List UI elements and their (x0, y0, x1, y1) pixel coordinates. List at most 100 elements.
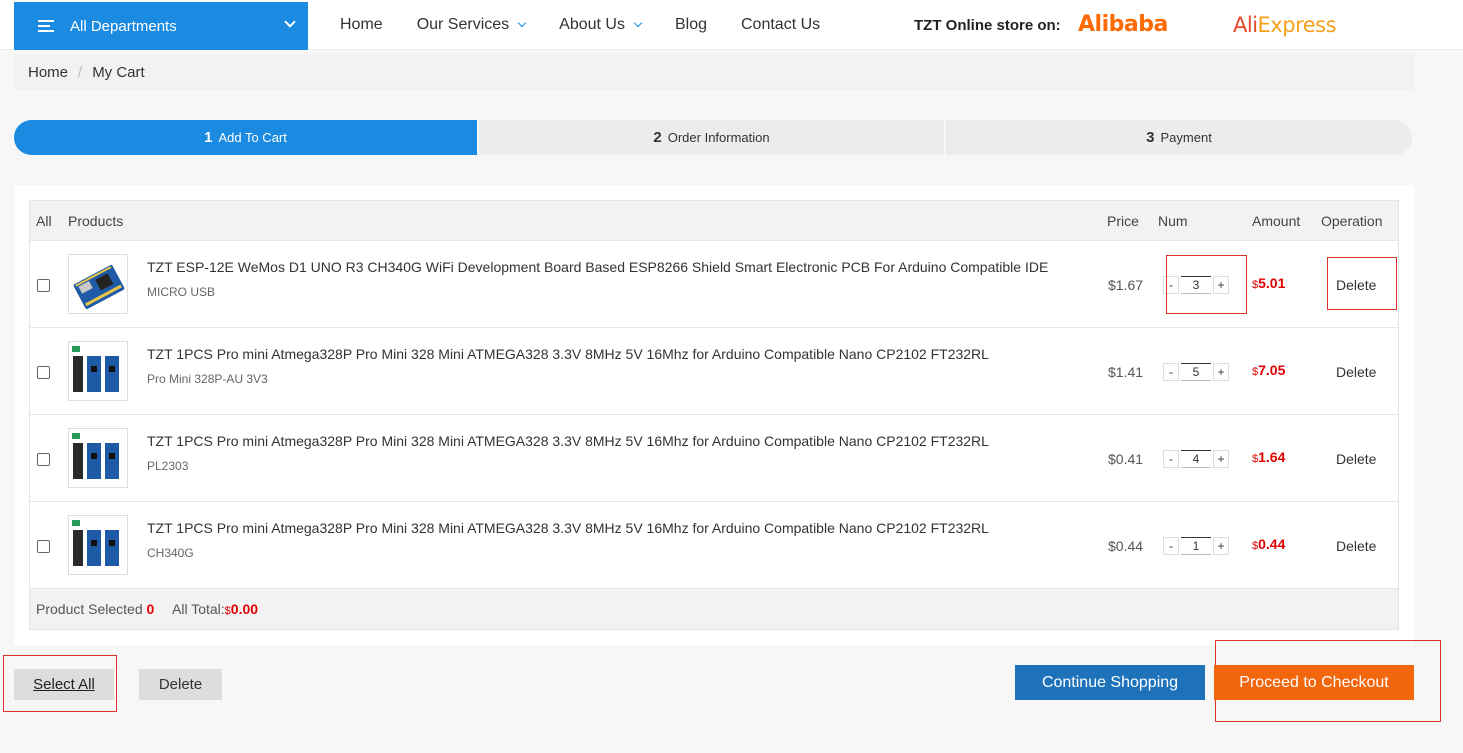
row-checkbox[interactable] (37, 279, 50, 292)
product-amount: $7.05 (1252, 362, 1285, 378)
quantity-stepper: - 3 + (1163, 276, 1229, 294)
main-nav: Home Our Services About Us Blog Contact … (340, 0, 854, 50)
quantity-input[interactable]: 3 (1181, 276, 1211, 294)
amount-value: 1.64 (1258, 449, 1286, 465)
step-number: 1 (204, 129, 213, 146)
step-label: Order Information (667, 130, 770, 145)
delete-selected-button[interactable]: Delete (139, 669, 222, 700)
menu-icon (38, 20, 54, 32)
header-amount: Amount (1252, 213, 1301, 229)
quantity-stepper: - 1 + (1163, 537, 1229, 555)
selected-label: Product Selected (36, 601, 143, 617)
row-checkbox[interactable] (37, 540, 50, 553)
increase-button[interactable]: + (1213, 276, 1229, 294)
header-all: All (36, 213, 52, 229)
increase-button[interactable]: + (1213, 450, 1229, 468)
row-checkbox[interactable] (37, 366, 50, 379)
select-all-button[interactable]: Select All (14, 669, 114, 700)
nav-blog-label: Blog (674, 16, 707, 33)
quantity-input[interactable]: 5 (1181, 363, 1211, 381)
amount-value: 5.01 (1258, 275, 1286, 291)
product-amount: $0.44 (1252, 536, 1285, 552)
step-number: 3 (1146, 129, 1155, 146)
step-payment: 3 Payment (946, 120, 1412, 155)
quantity-input[interactable]: 4 (1181, 450, 1211, 468)
proceed-to-checkout-button[interactable]: Proceed to Checkout (1214, 665, 1414, 700)
decrease-button[interactable]: - (1163, 450, 1179, 468)
table-row: TZT ESP-12E WeMos D1 UNO R3 CH340G WiFi … (30, 241, 1398, 328)
product-amount: $5.01 (1252, 275, 1285, 291)
table-row: TZT 1PCS Pro mini Atmega328P Pro Mini 32… (30, 328, 1398, 415)
top-header: All Departments Home Our Services About … (0, 0, 1463, 50)
row-checkbox[interactable] (37, 453, 50, 466)
product-title[interactable]: TZT 1PCS Pro mini Atmega328P Pro Mini 32… (147, 433, 989, 449)
product-title[interactable]: TZT 1PCS Pro mini Atmega328P Pro Mini 32… (147, 520, 989, 536)
nav-contact-us[interactable]: Contact Us (741, 16, 820, 34)
header-products: Products (68, 213, 124, 229)
checkout-steps: 1 Add To Cart 2 Order Information 3 Payment (14, 120, 1412, 155)
header-num: Num (1158, 213, 1188, 229)
all-departments-button[interactable]: All Departments (14, 2, 308, 50)
nav-about-us-label: About Us (559, 16, 625, 33)
product-image[interactable] (68, 254, 128, 314)
store-label: TZT Online store on: (914, 16, 1061, 34)
product-variant: Pro Mini 328P-AU 3V3 (147, 372, 268, 386)
table-footer: Product Selected 0 All Total:$0.00 (30, 589, 1398, 629)
chevron-down-icon (633, 18, 643, 28)
chevron-down-icon (517, 18, 527, 28)
header-operation: Operation (1321, 213, 1383, 229)
decrease-button[interactable]: - (1163, 537, 1179, 555)
table-row: TZT 1PCS Pro mini Atmega328P Pro Mini 32… (30, 502, 1398, 589)
nav-home-label: Home (340, 16, 383, 33)
product-price: $1.67 (1108, 277, 1144, 293)
product-title[interactable]: TZT 1PCS Pro mini Atmega328P Pro Mini 32… (147, 346, 989, 362)
all-departments-label: All Departments (70, 17, 177, 35)
product-price: $0.44 (1108, 538, 1144, 554)
delete-link[interactable]: Delete (1336, 364, 1376, 380)
chevron-down-icon (284, 16, 296, 28)
product-price: $1.41 (1108, 364, 1144, 380)
aliexpress-logo[interactable]: AliExpress (1233, 13, 1337, 37)
product-price: $0.41 (1108, 451, 1144, 467)
total-summary: All Total:$0.00 (172, 601, 258, 617)
amount-value: 7.05 (1258, 362, 1286, 378)
increase-button[interactable]: + (1213, 537, 1229, 555)
increase-button[interactable]: + (1213, 363, 1229, 381)
selected-summary: Product Selected 0 (36, 601, 154, 617)
product-variant: PL2303 (147, 459, 189, 473)
amount-value: 0.44 (1258, 536, 1286, 552)
product-image[interactable] (68, 428, 128, 488)
nav-contact-us-label: Contact Us (741, 16, 821, 33)
product-variant: CH340G (147, 546, 194, 560)
header-price: Price (1107, 213, 1139, 229)
breadcrumb-current: My Cart (92, 63, 145, 81)
decrease-button[interactable]: - (1163, 363, 1179, 381)
alibaba-logo-text: Alibaba (1078, 12, 1168, 37)
nav-about-us[interactable]: About Us (559, 16, 643, 34)
product-title[interactable]: TZT ESP-12E WeMos D1 UNO R3 CH340G WiFi … (147, 259, 1048, 275)
table-row: TZT 1PCS Pro mini Atmega328P Pro Mini 32… (30, 415, 1398, 502)
delete-link[interactable]: Delete (1336, 451, 1376, 467)
decrease-button[interactable]: - (1163, 276, 1179, 294)
cart-panel: All Products Price Num Amount Operation (14, 185, 1414, 645)
alibaba-logo[interactable]: Alibaba (1078, 12, 1168, 37)
aliexpress-logo-text: AliExpress (1233, 13, 1337, 37)
step-order-information: 2 Order Information (479, 120, 946, 155)
product-amount: $1.64 (1252, 449, 1285, 465)
quantity-input[interactable]: 1 (1181, 537, 1211, 555)
total-label: All Total: (172, 601, 225, 617)
step-label: Add To Cart (218, 130, 287, 145)
breadcrumb-separator: / (78, 63, 83, 81)
step-add-to-cart: 1 Add To Cart (14, 120, 479, 155)
product-image[interactable] (68, 515, 128, 575)
nav-blog[interactable]: Blog (675, 16, 707, 34)
product-image[interactable] (68, 341, 128, 401)
continue-shopping-button[interactable]: Continue Shopping (1015, 665, 1205, 700)
breadcrumb-home[interactable]: Home (28, 64, 68, 81)
quantity-stepper: - 5 + (1163, 363, 1229, 381)
nav-our-services[interactable]: Our Services (417, 16, 527, 34)
nav-home[interactable]: Home (340, 16, 383, 34)
delete-link[interactable]: Delete (1336, 277, 1376, 293)
delete-link[interactable]: Delete (1336, 538, 1376, 554)
step-label: Payment (1160, 130, 1212, 145)
